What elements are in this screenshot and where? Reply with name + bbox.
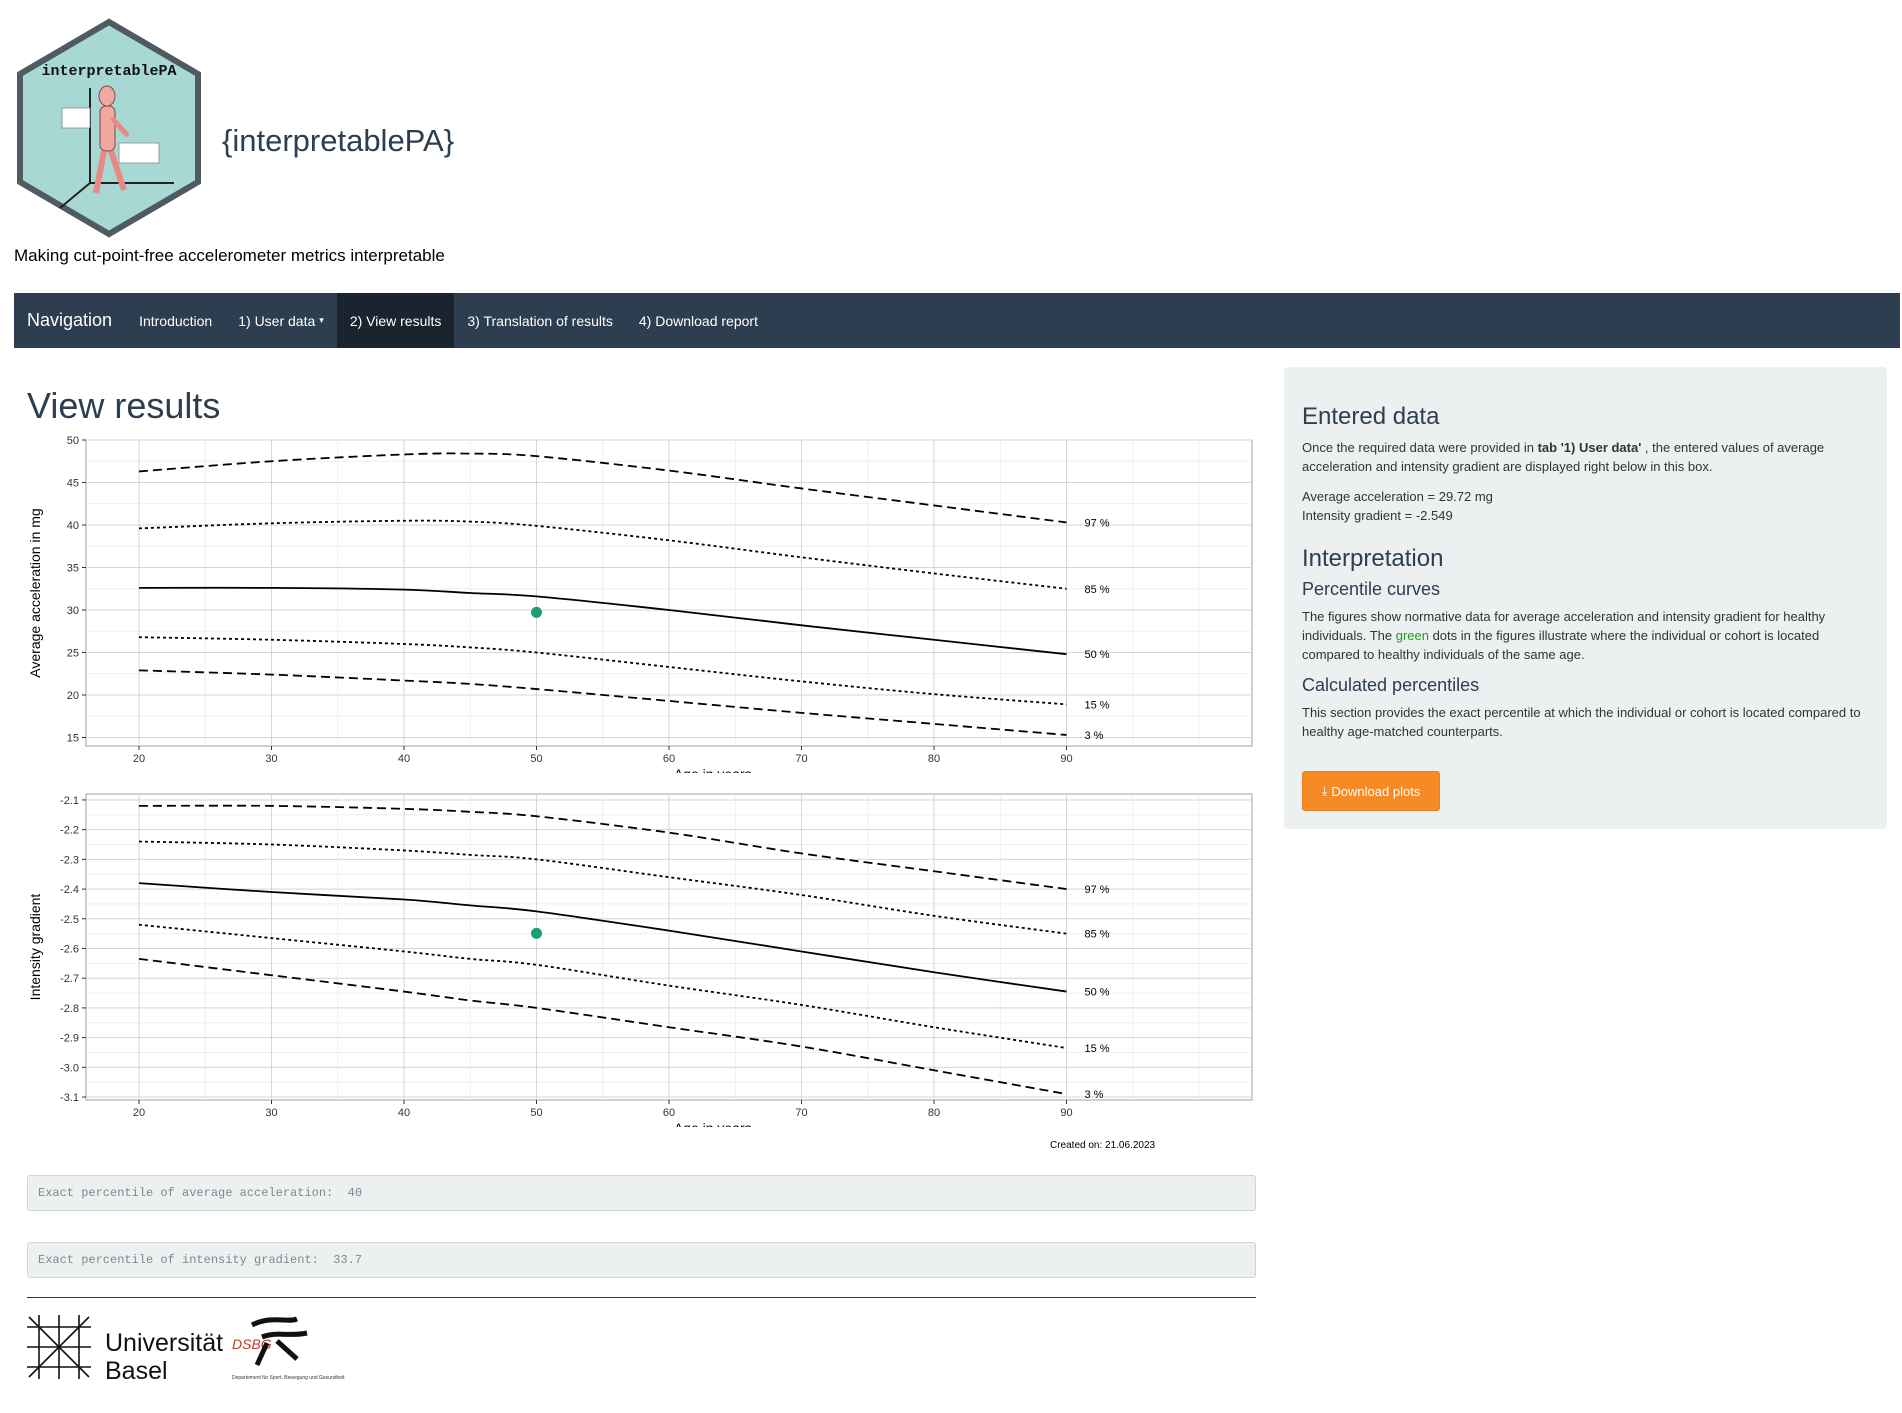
x-tick-label: 90 (1060, 1107, 1072, 1119)
logo-text: interpretablePA (41, 63, 176, 80)
y-tick-label: -2.8 (60, 1003, 79, 1015)
percentile-curve-label: 15 % (1085, 699, 1110, 711)
tab-introduction[interactable]: Introduction (126, 293, 225, 348)
calculated-percentiles-heading: Calculated percentiles (1302, 675, 1480, 695)
navbar: Navigation Introduction 1) User data ▾ 2)… (14, 293, 1900, 348)
x-tick-label: 70 (795, 753, 807, 765)
divider (27, 1297, 1256, 1298)
y-tick-label: 20 (67, 690, 79, 702)
calculated-percentiles-text: This section provides the exact percenti… (1302, 705, 1861, 739)
hex-logo: interpretablePA (17, 18, 201, 238)
x-tick-label: 30 (265, 753, 277, 765)
average-acceleration-chart: 20 30 40 50 60 70 80 90 15 20 25 30 35 40 45 50 Age in y… (22, 428, 1262, 773)
x-tick-label: 60 (663, 753, 675, 765)
y-tick-label: -2.6 (60, 943, 79, 955)
tab-download-report[interactable]: 4) Download report (626, 293, 771, 348)
basel-emblem-icon (27, 1315, 91, 1379)
y-tick-label: 45 (67, 478, 79, 490)
user-data-point (531, 927, 542, 939)
percentile-curve-label: 15 % (1085, 1043, 1110, 1055)
tab-translation-of-results[interactable]: 3) Translation of results (454, 293, 626, 348)
percentile-curve-label: 50 % (1085, 649, 1110, 661)
caret-down-icon: ▾ (319, 315, 324, 325)
y-tick-label: -2.2 (60, 825, 79, 837)
percentile-curve-label: 97 % (1085, 517, 1110, 529)
x-tick-label: 40 (398, 753, 410, 765)
y-tick-label: 25 (67, 648, 79, 660)
tab-user-data[interactable]: 1) User data ▾ (225, 293, 337, 348)
x-tick-label: 20 (133, 1107, 145, 1119)
x-axis-title: Age in years (674, 1120, 752, 1127)
uni-name-line1: Universität (105, 1329, 223, 1357)
entered-data-heading: Entered data (1302, 403, 1440, 430)
x-tick-label: 60 (663, 1107, 675, 1119)
sidebar-panel: Entered data Once the required data were… (1284, 367, 1887, 829)
app-subtitle: Making cut-point-free accelerometer metr… (14, 246, 445, 265)
intensity-gradient-chart: 20 30 40 50 60 70 80 90 -2.1 -2.2 -2.3 -2.4 -2.5 -2.6… (22, 782, 1262, 1127)
user-data-point (531, 606, 542, 618)
uni-name-line2: Basel (105, 1357, 168, 1385)
page-title: View results (27, 385, 221, 426)
percentile-curve-label: 50 % (1085, 987, 1110, 999)
x-tick-label: 30 (265, 1107, 277, 1119)
tab-label: 3) Translation of results (467, 312, 613, 329)
navbar-brand: Navigation (27, 310, 113, 330)
y-tick-label: -3.0 (60, 1062, 79, 1074)
app-title: {interpretablePA} (222, 123, 455, 158)
x-tick-label: 40 (398, 1107, 410, 1119)
y-tick-label: -2.5 (60, 914, 79, 926)
percentile-curve-label: 85 % (1085, 929, 1110, 941)
download-icon: ⤓ (1321, 783, 1328, 798)
tab-label: 2) View results (349, 312, 442, 329)
intensity-gradient-value: Intensity gradient = -2.549 (1302, 508, 1453, 523)
y-tick-label: -2.1 (60, 795, 79, 807)
y-tick-label: 15 (67, 733, 79, 745)
dsbg-subtext: Departement für Sport, Bewegung und Gesu… (232, 1375, 345, 1381)
interpretation-heading: Interpretation (1302, 545, 1444, 572)
average-acceleration-value: Average acceleration = 29.72 mg (1302, 489, 1493, 504)
percentile-curve-label: 97 % (1085, 884, 1110, 896)
x-tick-label: 80 (928, 1107, 940, 1119)
y-tick-label: 40 (67, 520, 79, 532)
x-tick-label: 70 (795, 1107, 807, 1119)
x-tick-label: 80 (928, 753, 940, 765)
tab-label: Introduction (139, 312, 213, 329)
percentile-curves-text: The figures show normative data for aver… (1302, 609, 1826, 662)
x-tick-label: 90 (1060, 753, 1072, 765)
y-tick-label: -3.1 (60, 1092, 79, 1104)
percentile-curve-label: 3 % (1085, 1089, 1104, 1101)
entered-data-text: Once the required data were provided in … (1302, 440, 1825, 474)
y-tick-label: -2.4 (60, 884, 79, 896)
download-plots-button[interactable]: ⤓ Download plots (1302, 771, 1440, 811)
tab-view-results[interactable]: 2) View results (336, 293, 455, 348)
x-tick-label: 50 (530, 1107, 542, 1119)
footer-logos: Universität Basel DSBG Departement für S… (27, 1315, 347, 1390)
y-tick-label: -2.7 (60, 973, 79, 985)
y-axis-title: Intensity gradient (27, 894, 43, 1001)
x-axis-title: Age in years (674, 766, 752, 773)
y-tick-label: 35 (67, 563, 79, 575)
y-tick-label: 30 (67, 605, 79, 617)
percentile-curve-label: 3 % (1085, 730, 1104, 742)
download-plots-label: Download plots (1331, 783, 1421, 799)
created-date: Created on: 21.06.2023 (1050, 1140, 1156, 1151)
y-tick-label: -2.9 (60, 1033, 79, 1045)
y-tick-label: -2.3 (60, 854, 79, 866)
percentile-intensity-output: Exact percentile of intensity gradient: … (27, 1242, 1256, 1278)
percentile-acceleration-output: Exact percentile of average acceleration… (27, 1175, 1256, 1211)
x-tick-label: 50 (530, 753, 542, 765)
y-axis-title: Average acceleration in mg (27, 508, 43, 677)
x-tick-label: 20 (133, 753, 145, 765)
y-tick-label: 50 (67, 435, 79, 447)
university-logo: Universität Basel DSBG Departement für S… (27, 1315, 345, 1385)
tab-label: 1) User data (238, 312, 316, 329)
tab-label: 4) Download report (638, 312, 758, 329)
percentile-curves-heading: Percentile curves (1302, 579, 1441, 599)
percentile-curve-label: 85 % (1085, 584, 1110, 596)
